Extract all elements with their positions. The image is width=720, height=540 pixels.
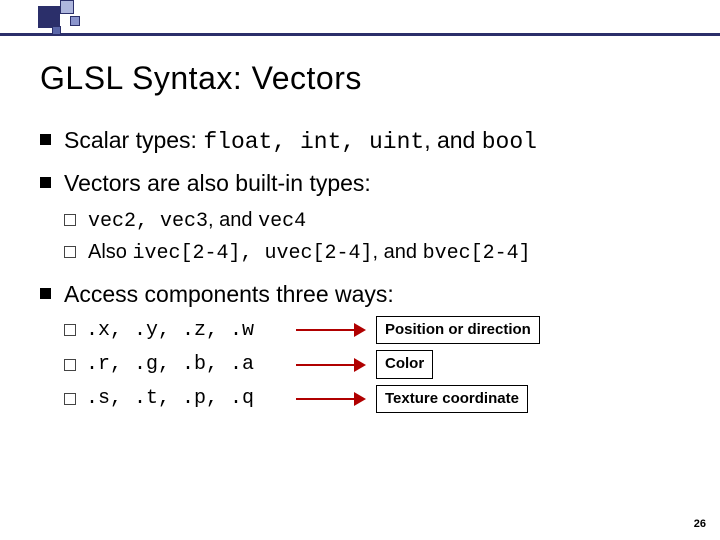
access-row-xyzw: .x, .y, .z, .w Position or direction: [64, 316, 680, 344]
arrow-icon: [296, 389, 376, 409]
page-number: 26: [694, 518, 706, 530]
access-row-stpq: .s, .t, .p, .q Texture coordinate: [64, 385, 680, 413]
sub-bullet-ivec-types: Also ivec[2-4], uvec[2-4], and bvec[2-4]: [64, 237, 680, 269]
bullet-scalar-types: Scalar types: float, int, uint, and bool: [40, 125, 680, 158]
slide-decoration: [0, 0, 720, 40]
slide-title: GLSL Syntax: Vectors: [40, 60, 680, 97]
bullet-vectors-builtin: Vectors are also built-in types: vec2, v…: [40, 168, 680, 269]
arrow-icon: [296, 320, 376, 340]
bullet-access-components: Access components three ways: .x, .y, .z…: [40, 279, 680, 413]
arrow-icon: [296, 355, 376, 375]
access-row-rgba: .r, .g, .b, .a Color: [64, 350, 680, 378]
label-position: Position or direction: [376, 316, 540, 344]
label-color: Color: [376, 350, 433, 378]
label-texture: Texture coordinate: [376, 385, 528, 413]
sub-bullet-vec-types: vec2, vec3, and vec4: [64, 205, 680, 237]
